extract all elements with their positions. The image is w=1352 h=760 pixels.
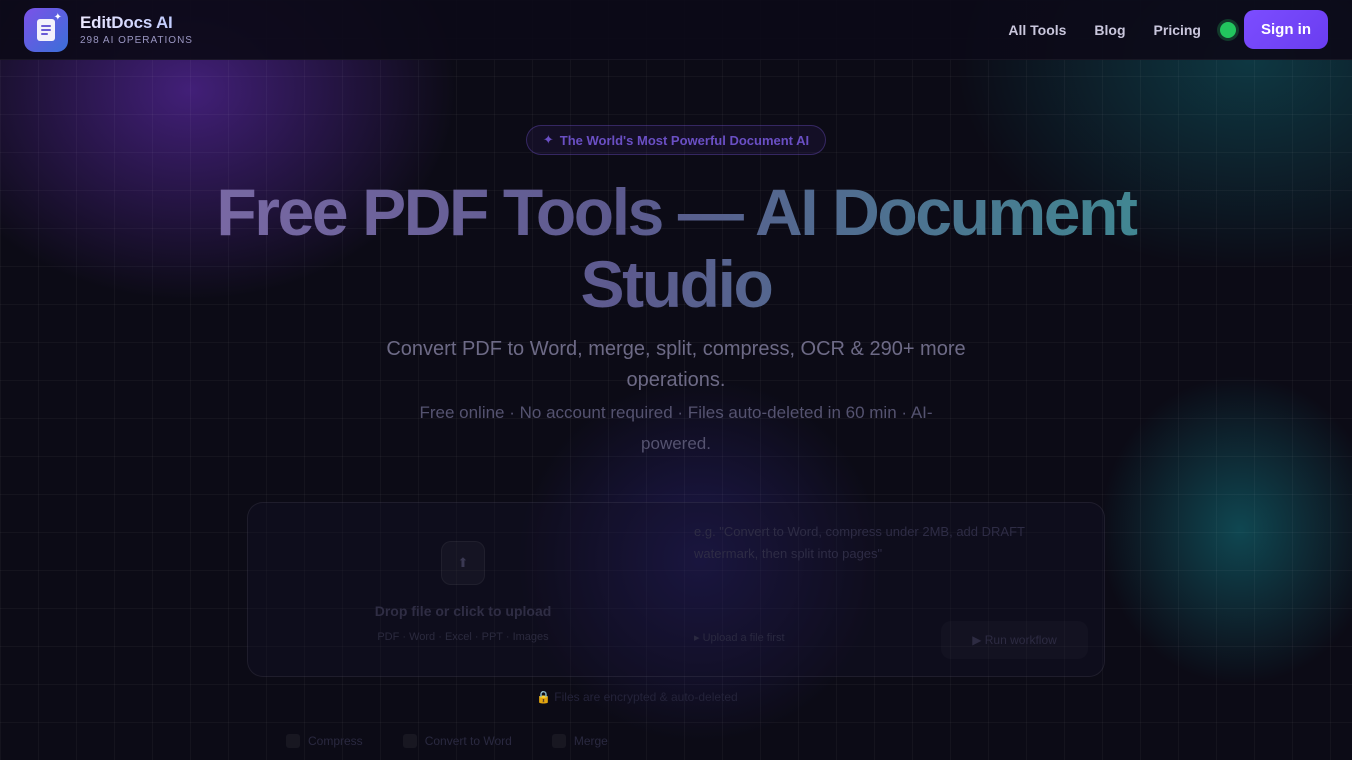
- status-indicator: [1220, 21, 1236, 38]
- brand[interactable]: EditDocs AI 298 AI OPERATIONS: [80, 13, 193, 46]
- quick-tool-merge[interactable]: Merge: [551, 734, 608, 748]
- brand-name: EditDocs AI: [80, 13, 193, 33]
- quick-tools: Compress Convert to Word Merge: [286, 734, 648, 748]
- compress-icon: [286, 734, 300, 748]
- quick-tool-label: Convert to Word: [424, 734, 512, 748]
- nav-pricing[interactable]: Pricing: [1154, 22, 1201, 38]
- brand-tagline: 298 AI OPERATIONS: [80, 35, 193, 46]
- dropzone-file-types: PDF · Word · Excel · PPT · Images: [377, 631, 549, 643]
- logo[interactable]: ✦: [24, 7, 68, 52]
- hero-badge: ✦ The World's Most Powerful Document AI: [526, 125, 826, 155]
- run-workflow-button[interactable]: ▶ Run workflow: [941, 621, 1088, 659]
- nav-blog[interactable]: Blog: [1094, 22, 1125, 38]
- dropzone-title: Drop file or click to upload: [374, 603, 552, 619]
- file-dropzone[interactable]: ⬆ Drop file or click to upload PDF · Wor…: [248, 503, 678, 678]
- top-header: ✦ EditDocs AI 298 AI OPERATIONS All Tool…: [0, 0, 1352, 60]
- word-icon: [402, 734, 417, 748]
- upload-hint: ▸ Upload a file first: [694, 632, 785, 644]
- document-icon: [37, 18, 55, 41]
- title-line-2: Studio: [580, 247, 772, 321]
- title-line-1: Free PDF Tools — AI Document: [216, 175, 1136, 249]
- quick-tool-label: Merge: [573, 734, 608, 748]
- nav-all-tools[interactable]: All Tools: [1008, 22, 1066, 38]
- page-title: Free PDF Tools — AI Document Studio: [176, 176, 1176, 320]
- sparkle-icon: ✦: [542, 132, 554, 147]
- main-nav: All Tools Blog Pricing Sign in: [980, 10, 1328, 49]
- quick-tool-compress[interactable]: Compress: [286, 734, 363, 748]
- hero-note: Free online · No account required · File…: [419, 403, 933, 453]
- sign-in-button[interactable]: Sign in: [1244, 10, 1328, 49]
- workflow-prompt-input[interactable]: e.g. "Convert to Word, compress under 2M…: [694, 521, 1074, 565]
- hero-subtitle: Convert PDF to Word, merge, split, compr…: [386, 338, 966, 391]
- quick-tool-convert[interactable]: Convert to Word: [402, 734, 512, 748]
- upload-icon: ⬆: [441, 541, 485, 585]
- sparkle-icon: ✦: [53, 11, 62, 23]
- privacy-note: 🔒 Files are encrypted & auto-deleted: [536, 690, 738, 704]
- hero-badge-text: The World's Most Powerful Document AI: [559, 132, 810, 148]
- upload-card: ⬆ Drop file or click to upload PDF · Wor…: [247, 502, 1105, 677]
- merge-icon: [551, 734, 566, 748]
- quick-tool-label: Compress: [308, 734, 363, 748]
